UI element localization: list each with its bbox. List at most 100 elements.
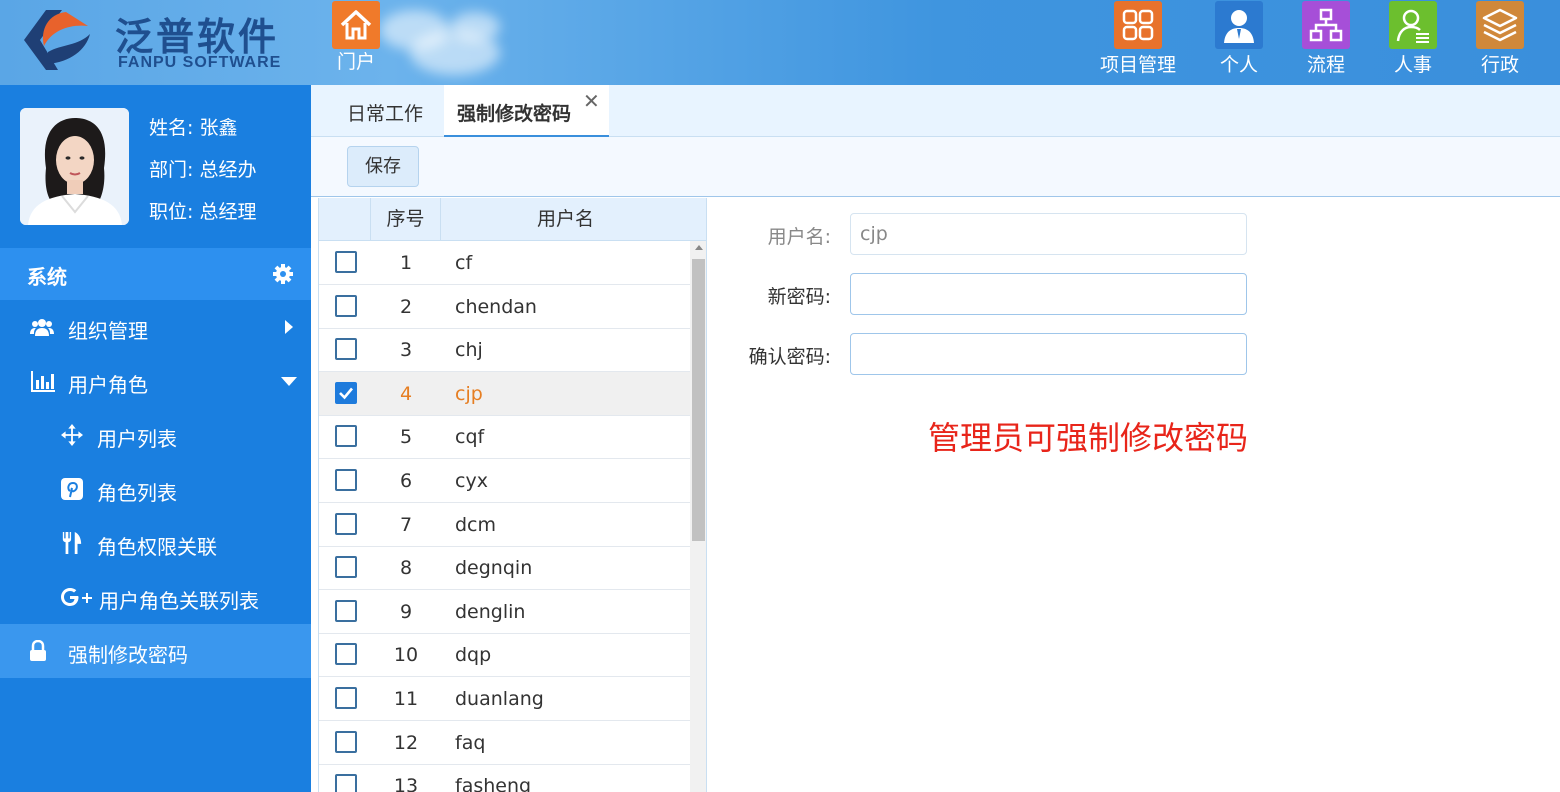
row-checkbox[interactable] [335,556,357,579]
toolbar: 保存 [311,137,1560,197]
nav-workflow-label: 流程 [1306,54,1345,76]
row-checkbox[interactable] [335,730,357,753]
column-header-username[interactable]: 用户名 [441,198,690,241]
cell-username: cjp [455,382,483,405]
cell-username: cqf [455,426,485,449]
nav-project[interactable]: 项目管理 [1098,0,1178,85]
sidebar-item-org[interactable]: 组织管理 [0,300,311,354]
grid-scrollbar[interactable] [690,241,706,792]
row-checkbox[interactable] [335,425,357,448]
google-plus-icon [61,588,92,606]
gear-icon[interactable] [272,263,294,285]
cell-username: dcm [455,513,497,536]
close-icon[interactable]: ✕ [583,89,600,113]
row-checkbox[interactable] [335,469,357,491]
logo-text-en: FANPU SOFTWARE [118,54,282,71]
sidebar-item-user-list[interactable]: 用户列表 [0,408,311,462]
table-row[interactable]: 7 dcm [319,503,690,547]
grid-icon [1114,1,1162,49]
cell-no: 2 [399,295,413,318]
chevron-down-icon [281,377,297,386]
cell-username: duanlang [455,688,544,710]
cell-no: 4 [399,382,413,405]
nav-hr-label: 人事 [1393,54,1432,76]
table-row[interactable]: 12 faq [319,721,690,765]
row-checkbox[interactable] [335,381,357,404]
cell-username: dqp [455,644,492,667]
table-row[interactable]: 8 degnqin [319,546,690,591]
sidebar-item-label: 角色权限关联 [97,535,217,559]
sidebar: 姓名: 张鑫 部门: 总经办 职位: 总经理 系统 组织管理 用户角色 用户列表… [0,85,311,792]
save-button[interactable]: 保存 [347,146,419,187]
admin-note: 管理员可强制修改密码 [928,419,1249,457]
table-row[interactable]: 3 chj [319,328,690,373]
profile-name: 姓名: 张鑫 [149,117,238,139]
sidebar-item-user-role[interactable]: 用户角色 [0,354,311,408]
row-checkbox[interactable] [335,599,357,622]
tab-bar: 日常工作 强制修改密码 ✕ [311,85,1560,137]
nav-personal-label: 个人 [1219,54,1258,76]
nav-personal[interactable]: 个人 [1199,0,1279,85]
cell-username: fasheng [455,775,532,792]
cell-no: 7 [399,513,413,536]
table-row[interactable]: 10 dqp [319,633,690,678]
cell-username: denglin [455,600,526,623]
nav-project-label: 项目管理 [1099,54,1176,76]
section-system-title: 系统 [27,265,67,289]
username-field[interactable] [850,213,1247,255]
row-checkbox[interactable] [335,251,357,273]
cell-username: chendan [455,295,537,318]
scroll-up-icon[interactable] [695,245,703,250]
row-checkbox[interactable] [335,643,357,666]
nav-portal[interactable]: 门户 [316,0,396,85]
check-icon [339,387,353,400]
table-row[interactable]: 2 chendan [319,285,690,329]
nav-workflow[interactable]: 流程 [1286,0,1366,85]
table-row[interactable]: 11 duanlang [319,677,690,721]
cell-no: 12 [393,731,419,754]
users-icon [30,319,54,336]
chevron-right-icon [285,320,293,334]
row-checkbox[interactable] [335,512,357,535]
row-checkbox[interactable] [335,338,357,361]
cell-no: 10 [393,644,419,667]
header-checkbox-cell [319,198,371,241]
profile-position: 职位: 总经理 [149,201,257,223]
scrollbar-thumb[interactable] [692,259,705,541]
tab-daily-work[interactable]: 日常工作 [347,85,447,137]
table-row[interactable]: 1 cf [319,241,690,285]
row-checkbox[interactable] [335,774,357,792]
new-password-field[interactable] [850,273,1247,315]
confirm-password-field[interactable] [850,333,1247,375]
nav-portal-label: 门户 [336,51,375,73]
row-checkbox[interactable] [335,687,357,709]
row-checkbox[interactable] [335,294,357,317]
sidebar-item-role-list[interactable]: 角色列表 [0,462,311,516]
user-doc-icon [1389,1,1437,49]
sidebar-item-label: 用户角色关联列表 [99,589,259,613]
nav-admin-label: 行政 [1480,54,1519,76]
table-row[interactable]: 6 cyx [319,459,690,503]
table-row[interactable]: 13 fasheng [319,764,690,792]
sidebar-item-user-role-assoc[interactable]: 用户角色关联列表 [0,570,311,624]
cell-username: chj [455,339,483,362]
confirm-password-label: 确认密码: [748,346,831,368]
nav-hr[interactable]: 人事 [1373,0,1453,85]
cell-no: 6 [399,470,413,492]
logo-text-cn: 泛普软件 [115,15,280,59]
sidebar-item-label: 用户列表 [97,427,177,451]
pinterest-icon [61,478,83,500]
sidebar-item-role-permission[interactable]: 角色权限关联 [0,516,311,570]
column-header-no[interactable]: 序号 [371,198,441,241]
cell-username: cyx [455,470,488,492]
cell-no: 11 [393,688,419,710]
sidebar-item-label: 用户角色 [68,373,148,397]
table-row[interactable]: 9 denglin [319,590,690,634]
nav-admin[interactable]: 行政 [1460,0,1540,85]
table-row[interactable]: 5 cqf [319,415,690,460]
section-system[interactable]: 系统 [0,248,311,300]
bar-chart-icon [31,371,55,392]
sidebar-item-force-password[interactable]: 强制修改密码 [0,624,311,678]
company-logo[interactable]: 泛普软件 FANPU SOFTWARE [18,4,288,76]
table-row[interactable]: 4 cjp [319,371,690,416]
